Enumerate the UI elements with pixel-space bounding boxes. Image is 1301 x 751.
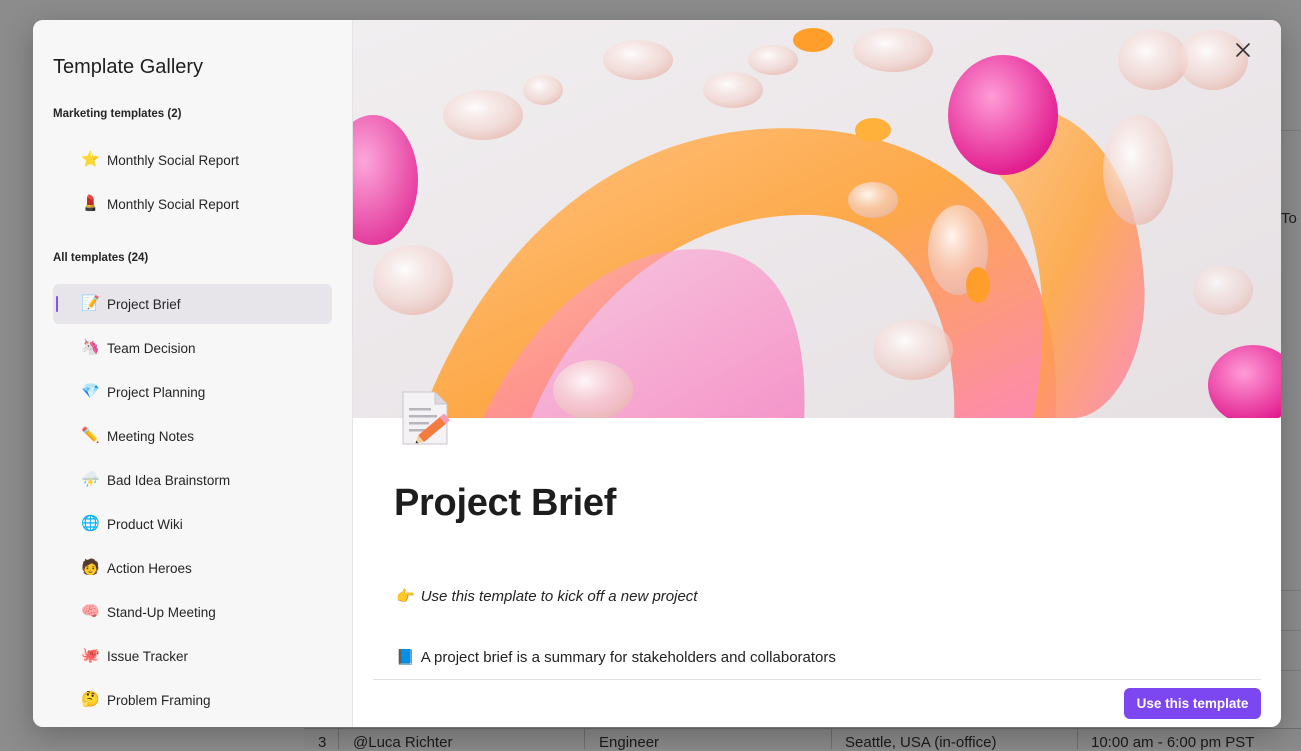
template-item-label: Monthly Social Report [107,152,240,168]
preview-intro-text: Use this template to kick off a new proj… [420,588,698,605]
thinking-face-icon: 🤔 [81,691,100,708]
bg-column-header: To [1281,210,1297,227]
bg-cell-divider [1077,729,1078,749]
memo-icon: 📝 [81,295,100,312]
hero-image [353,20,1281,418]
preview-title: Project Brief [394,482,617,524]
bg-divider [1281,590,1301,591]
template-item-label: Team Decision [107,340,196,356]
template-item-action-heroes[interactable]: 🧑 Action Heroes [53,548,332,588]
storm-cloud-icon: ⛈️ [81,471,100,488]
octopus-icon: 🐙 [81,647,100,664]
gem-icon: 💎 [81,383,100,400]
bg-row-index: 3 [318,734,327,751]
unicorn-icon: 🦄 [81,339,100,356]
bg-divider [1281,630,1301,631]
template-item-label: Meeting Notes [107,428,195,444]
template-item-meeting-notes[interactable]: ✏️ Meeting Notes [53,416,332,456]
pencil-icon: ✏️ [81,427,100,444]
template-item-label: Product Wiki [107,516,183,532]
bg-table-row: 3 @Luca Richter Engineer Seattle, USA (i… [304,728,1301,751]
template-item-label: Project Planning [107,384,206,400]
preview-description-text: A project brief is a summary for stakeho… [420,649,836,666]
globe-icon: 🌐 [81,515,100,532]
preview-description: 📘 A project brief is a summary for stakeh… [396,648,836,666]
book-icon: 📘 [396,649,415,666]
template-item-issue-tracker[interactable]: 🐙 Issue Tracker [53,636,332,676]
bg-cell-divider [584,729,585,749]
template-item-monthly-social-report-2[interactable]: 💄 Monthly Social Report [53,184,332,224]
template-item-problem-framing[interactable]: 🤔 Problem Framing [53,680,332,720]
bg-divider [1281,130,1301,131]
section-label-all: All templates (24) [53,252,149,264]
close-button[interactable] [1229,36,1257,64]
template-gallery-modal: Template Gallery Marketing templates (2)… [33,20,1281,727]
brain-icon: 🧠 [81,603,100,620]
template-item-label: Stand-Up Meeting [107,604,216,620]
footer-divider [373,679,1261,680]
template-item-project-planning[interactable]: 💎 Project Planning [53,372,332,412]
bg-row-hours: 10:00 am - 6:00 pm PST [1091,734,1255,751]
selected-indicator [56,296,58,312]
template-item-label: Monthly Social Report [107,196,240,212]
template-item-label: Action Heroes [107,560,192,576]
template-item-product-wiki[interactable]: 🌐 Product Wiki [53,504,332,544]
star-icon: ⭐ [81,151,100,168]
template-sidebar: Template Gallery Marketing templates (2)… [33,20,353,727]
template-preview: Project Brief 👉 Use this template to kick… [353,20,1281,727]
template-item-stand-up-meeting[interactable]: 🧠 Stand-Up Meeting [53,592,332,632]
template-item-label: Issue Tracker [107,648,189,664]
bg-row-location: Seattle, USA (in-office) [845,734,997,751]
bg-divider [1281,670,1301,671]
bg-row-role: Engineer [599,734,660,751]
template-item-bad-idea-brainstorm[interactable]: ⛈️ Bad Idea Brainstorm [53,460,332,500]
gallery-title: Template Gallery [53,56,204,78]
bg-cell-divider [831,729,832,749]
person-icon: 🧑 [81,559,100,576]
use-template-button[interactable]: Use this template [1124,688,1261,719]
bg-row-name: @Luca Richter [353,734,453,751]
template-item-monthly-social-report[interactable]: ⭐ Monthly Social Report [53,140,332,180]
template-item-label: Problem Framing [107,692,211,708]
template-item-team-decision[interactable]: 🦄 Team Decision [53,328,332,368]
lipstick-icon: 💄 [81,195,100,212]
template-item-project-brief[interactable]: 📝 Project Brief [53,284,332,324]
memo-icon [399,388,453,448]
close-icon [1236,43,1250,57]
pointing-hand-icon: 👉 [396,588,415,605]
section-label-marketing: Marketing templates (2) [53,108,182,120]
template-item-label: Project Brief [107,296,181,312]
template-item-label: Bad Idea Brainstorm [107,472,231,488]
bg-cell-divider [338,729,339,749]
preview-intro: 👉 Use this template to kick off a new pro… [396,587,697,605]
